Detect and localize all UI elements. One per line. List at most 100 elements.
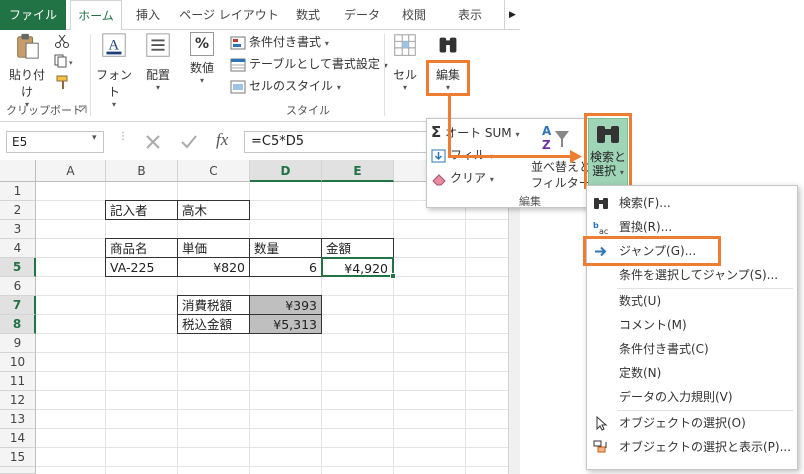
row-header-8[interactable]: 8 bbox=[0, 315, 36, 334]
row-header-7[interactable]: 7 bbox=[0, 296, 36, 315]
menu-item-conditional-formatting[interactable]: 条件付き書式(C) bbox=[587, 338, 797, 361]
menu-item-formulas[interactable]: 数式(U) bbox=[587, 290, 797, 313]
clear-button[interactable]: クリア ▾ bbox=[431, 168, 494, 188]
cell-b4[interactable]: 商品名 bbox=[105, 238, 178, 258]
number-label: 数値 bbox=[189, 61, 214, 75]
column-header-b[interactable]: B bbox=[106, 160, 178, 182]
row-header-1[interactable]: 1 bbox=[0, 182, 36, 201]
tab-review[interactable]: 校閲 bbox=[394, 0, 434, 30]
row-header-13[interactable]: 13 bbox=[0, 410, 36, 429]
number-dropdown-icon[interactable]: ▾ bbox=[184, 76, 220, 85]
name-box[interactable]: E5 bbox=[6, 131, 104, 153]
row-header-12[interactable]: 12 bbox=[0, 391, 36, 410]
tab-file[interactable]: ファイル bbox=[0, 0, 66, 30]
format-as-table-button[interactable]: テーブルとして書式設定 ▾ bbox=[230, 54, 388, 74]
cell-e4[interactable]: 金額 bbox=[321, 238, 394, 258]
cells-dropdown-icon[interactable]: ▾ bbox=[388, 83, 422, 92]
row-header-5[interactable]: 5 bbox=[0, 258, 36, 277]
autosum-button[interactable]: Σ オート SUM ▾ bbox=[431, 122, 520, 142]
replace-icon: bac bbox=[593, 221, 608, 235]
menu-item-select-objects[interactable]: オブジェクトの選択(O) bbox=[587, 412, 797, 435]
menu-item-comments[interactable]: コメント(M) bbox=[587, 314, 797, 337]
alignment-dropdown-icon[interactable]: ▾ bbox=[140, 83, 176, 92]
confirm-entry-icon[interactable] bbox=[180, 133, 198, 151]
cell-c4[interactable]: 単価 bbox=[177, 238, 250, 258]
cell-d5[interactable]: 6 bbox=[249, 257, 322, 277]
number-button[interactable]: % 数値 ▾ bbox=[184, 32, 220, 85]
format-painter-icon[interactable] bbox=[55, 74, 71, 90]
row-header-14[interactable]: 14 bbox=[0, 429, 36, 448]
cancel-entry-icon[interactable] bbox=[144, 133, 162, 151]
percent-icon: % bbox=[190, 32, 214, 56]
cell-d8[interactable]: ¥5,313 bbox=[249, 314, 322, 334]
paste-label: 貼り付け bbox=[8, 68, 45, 99]
menu-item-constants[interactable]: 定数(N) bbox=[587, 362, 797, 385]
column-header-d[interactable]: D bbox=[250, 160, 322, 182]
svg-text:A: A bbox=[108, 38, 119, 54]
conditional-format-button[interactable]: 条件付き書式 ▾ bbox=[230, 32, 329, 52]
find-select-highlight bbox=[584, 113, 632, 189]
row-header-11[interactable]: 11 bbox=[0, 372, 36, 391]
cell-c5[interactable]: ¥820 bbox=[177, 257, 250, 277]
arrow-line bbox=[448, 96, 451, 158]
paste-button[interactable]: 貼り付け ▾ bbox=[4, 32, 50, 109]
menu-item-data-validation-label: データの入力規則(V) bbox=[619, 390, 733, 404]
gridline bbox=[105, 182, 106, 474]
cell-styles-label: セルのスタイル bbox=[249, 79, 334, 93]
clear-label: クリア bbox=[450, 171, 487, 185]
cell-d4[interactable]: 数量 bbox=[249, 238, 322, 258]
tab-data[interactable]: データ bbox=[336, 0, 388, 30]
row-header-9[interactable]: 9 bbox=[0, 334, 36, 353]
paste-icon bbox=[17, 33, 39, 59]
name-box-dropdown-icon[interactable]: ▾ bbox=[92, 133, 97, 143]
tab-scroll-right-icon[interactable]: ▶ bbox=[504, 0, 520, 30]
cell-c7[interactable]: 消費税額 bbox=[177, 295, 250, 315]
insert-function-icon[interactable]: fx bbox=[216, 130, 228, 150]
tab-page-layout[interactable]: ページ レイアウト bbox=[178, 0, 280, 30]
cell-b2[interactable]: 記入者 bbox=[105, 200, 178, 220]
row-header-16[interactable] bbox=[0, 467, 36, 474]
dialog-launcher-icon[interactable] bbox=[78, 105, 87, 114]
row-header-15[interactable]: 15 bbox=[0, 448, 36, 467]
column-header-c[interactable]: C bbox=[178, 160, 250, 182]
fill-handle[interactable] bbox=[390, 273, 396, 279]
cell-styles-button[interactable]: セルのスタイル ▾ bbox=[230, 76, 341, 96]
font-button[interactable]: A フォント ▾ bbox=[94, 32, 134, 109]
gridline bbox=[36, 409, 508, 410]
menu-item-goto-special[interactable]: 条件を選択してジャンプ(S)... bbox=[587, 264, 797, 287]
cell-e5-active[interactable]: ¥4,920 bbox=[321, 257, 394, 277]
tab-insert[interactable]: 挿入 bbox=[126, 0, 170, 30]
sort-filter-icon[interactable]: A Z bbox=[541, 123, 571, 153]
cell-c8[interactable]: 税込金額 bbox=[177, 314, 250, 334]
row-header-10[interactable]: 10 bbox=[0, 353, 36, 372]
pointer-icon bbox=[596, 416, 608, 431]
column-header-e[interactable]: E bbox=[322, 160, 394, 182]
tab-home[interactable]: ホーム bbox=[70, 0, 122, 31]
row-header-4[interactable]: 4 bbox=[0, 239, 36, 258]
menu-item-data-validation[interactable]: データの入力規則(V) bbox=[587, 386, 797, 409]
cell-c2[interactable]: 高木 bbox=[177, 200, 250, 220]
svg-text:ac: ac bbox=[599, 227, 608, 235]
menu-item-find[interactable]: 検索(F)... bbox=[587, 192, 797, 215]
select-all-corner[interactable] bbox=[0, 160, 36, 182]
formula-bar-grip-icon: ⋮ bbox=[118, 131, 128, 142]
sigma-icon: Σ bbox=[431, 123, 442, 141]
format-as-table-label: テーブルとして書式設定 bbox=[249, 57, 380, 71]
cell-b5[interactable]: VA-225 bbox=[105, 257, 178, 277]
column-header-a[interactable]: A bbox=[36, 160, 106, 182]
gridline bbox=[36, 352, 508, 353]
cut-icon[interactable] bbox=[54, 34, 70, 48]
menu-item-goto-special-label: 条件を選択してジャンプ(S)... bbox=[619, 268, 779, 282]
cells-button[interactable]: セル ▾ bbox=[388, 32, 422, 92]
cell-d7[interactable]: ¥393 bbox=[249, 295, 322, 315]
tab-formulas[interactable]: 数式 bbox=[286, 0, 330, 30]
menu-item-formulas-label: 数式(U) bbox=[619, 294, 662, 308]
row-header-2[interactable]: 2 bbox=[0, 201, 36, 220]
menu-item-selection-pane[interactable]: オブジェクトの選択と表示(P)... bbox=[587, 436, 797, 459]
tab-view[interactable]: 表示 bbox=[448, 0, 492, 30]
font-dropdown-icon[interactable]: ▾ bbox=[94, 100, 134, 109]
copy-icon[interactable]: ▾ bbox=[54, 54, 74, 68]
row-header-6[interactable]: 6 bbox=[0, 277, 36, 296]
alignment-button[interactable]: 配置 ▾ bbox=[140, 32, 176, 92]
row-header-3[interactable]: 3 bbox=[0, 220, 36, 239]
